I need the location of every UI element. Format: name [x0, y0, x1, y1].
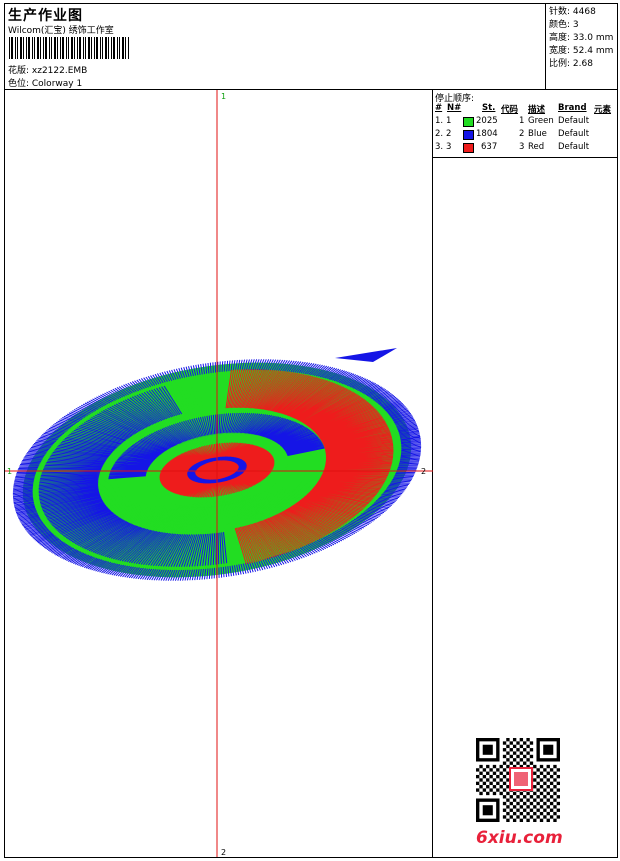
thread-swatch-blue: [463, 130, 474, 140]
stat-colors: 颜色: 3: [549, 20, 579, 30]
thread-swatch-red: [463, 143, 474, 153]
header-info: 生产作业图 Wilcom(汇宝) 绣饰工作室 花版: xz2122.EMB 色位…: [5, 4, 546, 90]
software-subtitle: Wilcom(汇宝) 绣饰工作室: [8, 26, 114, 36]
embroidery-preview: 1 2 1 2: [5, 90, 433, 857]
axis-mark-right: 2: [421, 467, 426, 476]
stop-row[interactable]: 3. 3 637 3 Red Default: [433, 142, 617, 155]
production-sheet: 生产作业图 Wilcom(汇宝) 绣饰工作室 花版: xz2122.EMB 色位…: [4, 3, 618, 858]
stop-sequence-table: 停止顺序: # N# St. 代码 描述 Brand 元素 1. 1 2025 …: [433, 90, 617, 158]
col-brand: Brand: [558, 103, 587, 113]
sheet-title: 生产作业图: [8, 8, 83, 24]
stop-row[interactable]: 2. 2 1804 2 Blue Default: [433, 129, 617, 142]
axis-mark-top: 1: [221, 92, 226, 101]
stat-width: 宽度: 52.4 mm: [549, 46, 614, 56]
qr-code[interactable]: [476, 738, 566, 822]
barcode: [9, 37, 129, 59]
thread-swatch-green: [463, 117, 474, 127]
colorway-label: 色位: Colorway 1: [8, 79, 83, 89]
axis-mark-bottom: 2: [221, 848, 226, 857]
col-code: 代码: [501, 105, 519, 115]
col-description: 描述: [528, 105, 546, 115]
stop-row[interactable]: 1. 1 2025 1 Green Default: [433, 116, 617, 129]
stat-stitches: 针数: 4468: [549, 7, 596, 17]
stat-scale: 比例: 2.68: [549, 59, 593, 69]
design-canvas[interactable]: 1 2 1 2: [5, 90, 433, 857]
watermark-logo: 6xiu.com: [476, 828, 563, 848]
col-n: N#: [447, 103, 462, 113]
col-stitches: St.: [482, 103, 496, 113]
stat-height: 高度: 33.0 mm: [549, 33, 614, 43]
design-file-label: 花版: xz2122.EMB: [8, 66, 88, 76]
axis-mark-left: 1: [7, 467, 12, 476]
col-index: #: [435, 103, 443, 113]
design-stats: 针数: 4468 颜色: 3 高度: 33.0 mm 宽度: 52.4 mm 比…: [546, 4, 617, 90]
col-element: 元素: [594, 105, 612, 115]
